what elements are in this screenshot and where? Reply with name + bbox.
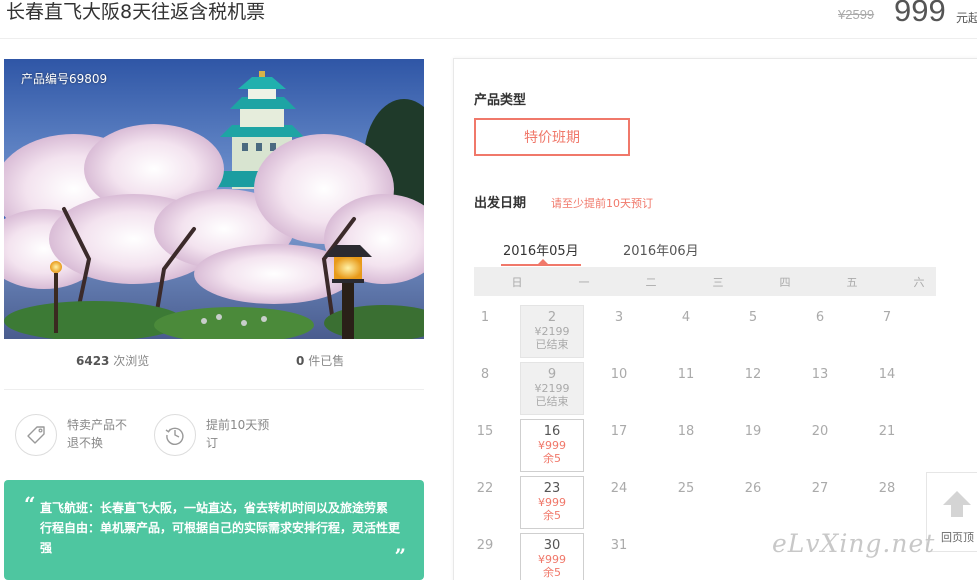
osaka-castle-photo <box>4 59 424 339</box>
calendar-day: 7 <box>882 310 892 325</box>
product-photo[interactable]: 产品编号69809 <box>4 59 424 339</box>
weekday: 六 <box>913 276 925 289</box>
product-highlights: “ 直飞航班：长春直飞大阪，一站直达，省去转机时间以及旅途劳累 行程自由：单机票… <box>4 480 424 580</box>
calendar-day: 3 <box>614 310 624 325</box>
tag-icon <box>15 414 57 456</box>
day-status: 余5 <box>543 452 561 465</box>
calendar-day-ended: 2 ¥2199 已结束 <box>520 305 584 358</box>
calendar-day-available[interactable]: 23 ¥999 余5 <box>520 476 584 529</box>
day-number: 16 <box>543 424 561 439</box>
calendar-day: 31 <box>610 538 628 553</box>
advance-notice: 请至少提前10天预订 <box>551 197 653 210</box>
calendar-day: 29 <box>476 538 494 553</box>
day-status: 余5 <box>543 509 561 522</box>
calendar-day: 24 <box>610 481 628 496</box>
calendar-day: 25 <box>677 481 695 496</box>
watermark: eLvXing.net <box>772 529 936 558</box>
day-status: 余5 <box>543 566 561 579</box>
calendar-day: 21 <box>878 424 896 439</box>
view-count: 6423 次浏览 <box>76 354 150 368</box>
weekday: 一 <box>578 276 590 289</box>
weekday: 四 <box>779 276 791 289</box>
calendar-day-available[interactable]: 30 ¥999 余5 <box>520 533 584 580</box>
product-stats: 6423 次浏览 0 件已售 <box>4 352 424 376</box>
current-price: 999 <box>894 0 946 28</box>
calendar-day-available[interactable]: 16 ¥999 余5 <box>520 419 584 472</box>
day-number: 2 <box>547 310 557 325</box>
weekday: 日 <box>511 276 523 289</box>
day-number: 23 <box>543 481 561 496</box>
calendar-day: 10 <box>610 367 628 382</box>
calendar-day: 12 <box>744 367 762 382</box>
original-price: ¥2599 <box>838 7 875 22</box>
day-price: ¥2199 <box>534 382 570 395</box>
booking-panel: 产品类型 特价班期 出发日期 请至少提前10天预订 2016年05月 2016年… <box>453 58 977 580</box>
open-quote-icon: “ <box>24 492 36 516</box>
caret-up-icon <box>538 259 548 264</box>
price-unit: 元起 <box>956 11 977 25</box>
header-divider <box>0 38 977 39</box>
arrow-up-icon <box>943 491 971 517</box>
day-number: 9 <box>547 367 557 382</box>
tab-month-2016-05[interactable]: 2016年05月 <box>503 240 579 259</box>
day-price: ¥999 <box>538 553 566 566</box>
calendar-day: 26 <box>744 481 762 496</box>
highlight-line: 行程自由：单机票产品，可根据自己的实际需求安排行程，灵活性更强 <box>40 521 401 555</box>
feature-text: 提前10天预订 <box>206 418 270 450</box>
calendar-day: 13 <box>811 367 829 382</box>
clock-history-icon <box>154 414 196 456</box>
product-type-label: 产品类型 <box>474 93 527 108</box>
day-status: 已结束 <box>535 338 569 351</box>
sold-count: 0 件已售 <box>296 354 345 368</box>
active-tab-indicator <box>501 264 581 266</box>
tab-month-2016-06[interactable]: 2016年06月 <box>623 240 699 259</box>
calendar-day: 8 <box>480 367 490 382</box>
stats-divider <box>4 389 424 390</box>
highlight-line: 直飞航班：长春直飞大阪，一站直达，省去转机时间以及旅途劳累 <box>40 501 389 515</box>
calendar-day: 5 <box>748 310 758 325</box>
calendar-day: 6 <box>815 310 825 325</box>
weekday: 二 <box>645 276 657 289</box>
back-to-top-label: 回页顶 <box>941 531 974 544</box>
calendar-day-ended: 9 ¥2199 已结束 <box>520 362 584 415</box>
day-price: ¥999 <box>538 496 566 509</box>
product-type-option-special[interactable]: 特价班期 <box>474 118 630 156</box>
calendar-day: 1 <box>480 310 490 325</box>
weekday-header: 日 一 二 三 四 五 六 <box>474 267 936 296</box>
day-price: ¥999 <box>538 439 566 452</box>
page-title: 长春直飞大阪8天往返含税机票 <box>6 1 266 23</box>
departure-date-label: 出发日期 <box>474 196 527 211</box>
calendar-day: 17 <box>610 424 628 439</box>
calendar-day: 28 <box>878 481 896 496</box>
weekday: 三 <box>712 276 724 289</box>
calendar-day: 27 <box>811 481 829 496</box>
calendar-day: 20 <box>811 424 829 439</box>
feature-text: 特卖产品不退不换 <box>67 418 128 450</box>
day-number: 30 <box>543 538 561 553</box>
calendar-day: 11 <box>677 367 695 382</box>
weekday: 五 <box>846 276 858 289</box>
product-id: 产品编号69809 <box>21 72 108 86</box>
calendar-day: 14 <box>878 367 896 382</box>
close-quote-icon: ” <box>394 544 406 568</box>
day-price: ¥2199 <box>534 325 570 338</box>
day-status: 已结束 <box>535 395 569 408</box>
calendar-day: 4 <box>681 310 691 325</box>
calendar-day: 18 <box>677 424 695 439</box>
calendar-day: 22 <box>476 481 494 496</box>
calendar-day: 19 <box>744 424 762 439</box>
calendar-day: 15 <box>476 424 494 439</box>
